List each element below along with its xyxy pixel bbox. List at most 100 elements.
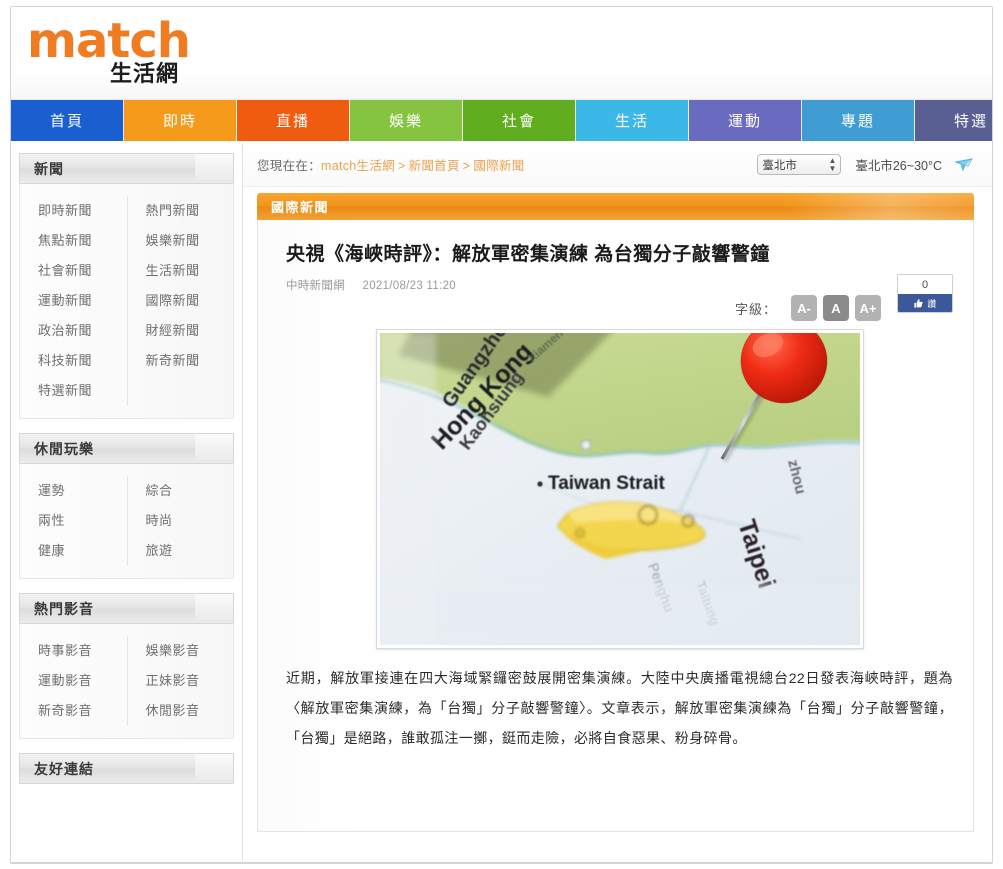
sidebar-panel-0: 新聞 即時新聞 焦點新聞 社會新聞 運動新聞 政治新聞 科技新聞 特選新聞 熱門新聞 娛樂新聞 生活… [19,153,234,419]
sidebar-link[interactable]: 綜合 [146,476,234,506]
nav-item-7[interactable]: 專題 [802,100,915,141]
sidebar-link[interactable]: 國際新聞 [146,286,234,316]
browser-content-frame: match 生活網 首頁 即時 直播 娛樂 社會 生活 運動 專題 特選 新聞 即時新聞 焦點新聞社… [10,6,993,864]
sidebar-column-0: 時事影音 運動影音 新奇影音 [20,636,127,726]
city-select[interactable]: 臺北市 ▲ ▼ [757,154,842,175]
page-body: 新聞 即時新聞 焦點新聞 社會新聞 運動新聞 政治新聞 科技新聞 特選新聞 熱門新聞 娛樂新聞 生活… [11,143,992,861]
article-datetime: 2021/08/23 11:20 [362,280,456,292]
sidebar-panel-body: 運勢 兩性 健康 綜合 時尚 旅遊 [19,464,234,579]
sidebar-link[interactable]: 運動新聞 [38,286,127,316]
sidebar-link[interactable]: 娛樂影音 [146,636,234,666]
nav-item-label: 運動 [727,113,762,130]
sidebar-link[interactable]: 新奇新聞 [146,346,234,376]
article-title: 央視《海峽時評》：解放軍密集演練 為台獨分子敲響警鐘 [286,244,770,265]
article-photo: Hong Kong Kaohsiung Guangzhou Xiamen Tai… [375,329,864,649]
sidebar-link[interactable]: 社會新聞 [38,256,127,286]
sidebar-link[interactable]: 正妹影音 [146,666,234,696]
main-content: 您現在在：match生活網 > 新聞首頁 > 國際新聞 臺北市 ▲ ▼ 臺北市26~30°… [243,143,992,861]
article-meta: 中時新聞網 2021/08/23 11:20 [286,277,953,293]
sidebar-link[interactable]: 熱門新聞 [146,196,234,226]
site-header: match 生活網 [11,7,992,100]
sidebar-link[interactable]: 兩性 [38,506,127,536]
weather-summary: 臺北市26~30°C [855,159,942,173]
nav-item-3[interactable]: 娛樂 [350,100,463,141]
map-photo-canvas: Hong Kong Kaohsiung Guangzhou Xiamen Tai… [379,333,860,645]
sidebar-link[interactable]: 科技新聞 [38,346,127,376]
breadcrumb-item-0[interactable]: match生活網 [321,159,395,173]
nav-item-6[interactable]: 運動 [689,100,802,141]
nav-item-label: 特選 [953,113,988,130]
font-normal-button[interactable]: A [823,295,849,321]
sidebar-link[interactable]: 焦點新聞 [38,226,127,256]
nav-item-8[interactable]: 特選 [915,100,992,141]
sidebar-column-0: 即時新聞 焦點新聞 社會新聞 運動新聞 政治新聞 科技新聞 特選新聞 [20,196,127,406]
frame-bottom-edge [11,862,992,863]
sidebar-link[interactable]: 運勢 [38,476,127,506]
sidebar-link[interactable]: 生活新聞 [146,256,234,286]
sidebar-link[interactable]: 特選新聞 [38,376,127,406]
sidebar-panel-2: 熱門影音 時事影音 運動影音 新奇影音 娛樂影音 正妹影音 休閒影音 [19,593,234,739]
weather-cloud-icon [952,153,976,177]
sidebar-panel-header[interactable]: 休閒玩樂 [19,433,234,464]
sidebar-panel-header[interactable]: 友好連結 [19,753,234,784]
sidebar-link[interactable]: 健康 [38,536,127,566]
chevron-updown-icon: ▲ ▼ [828,155,837,173]
sidebar-link[interactable]: 娛樂新聞 [146,226,234,256]
nav-item-5[interactable]: 生活 [576,100,689,141]
font-increase-button[interactable]: A+ [855,295,881,321]
section-tab[interactable]: 國際新聞 [257,193,974,220]
breadcrumb-sep-1: > [462,159,471,173]
map-illustration: Hong Kong Kaohsiung Guangzhou Xiamen Tai… [379,333,860,645]
sidebar-link[interactable]: 旅遊 [146,536,234,566]
nav-item-label: 生活 [614,113,649,130]
sidebar-link[interactable]: 時尚 [146,506,234,536]
font-size-controls: 字級： A- A A+ [735,295,881,321]
sidebar-panel-body: 時事影音 運動影音 新奇影音 娛樂影音 正妹影音 休閒影音 [19,624,234,739]
sidebar-panel-friendly-links: 友好連結 [19,753,234,784]
section-tab-label: 國際新聞 [271,200,330,215]
breadcrumb-item-1[interactable]: 新聞首頁 [409,159,460,173]
sidebar-link[interactable]: 新奇影音 [38,696,127,726]
article-source: 中時新聞網 [286,280,345,292]
sidebar-link[interactable]: 財經新聞 [146,316,234,346]
city-select-value: 臺北市 [762,159,797,172]
sidebar-column-1: 娛樂影音 正妹影音 休閒影音 [126,636,234,726]
nav-item-label: 直播 [275,113,310,130]
article-body: 近期，解放軍接連在四大海域緊鑼密鼓展開密集演練。大陸中央廣播電視總台22日發表海… [286,670,953,746]
sidebar-panel-header[interactable]: 新聞 [19,153,234,184]
nav-item-2[interactable]: 直播 [237,100,350,141]
sidebar-panel-title: 友好連結 [34,760,94,777]
nav-item-0[interactable]: 首頁 [11,100,124,141]
like-button[interactable]: 讚 [898,294,952,312]
site-logo[interactable]: match 生活網 [27,15,191,86]
font-decrease-button[interactable]: A- [791,295,817,321]
thumbs-up-icon [914,298,923,308]
sidebar-link[interactable]: 休閒影音 [146,696,234,726]
font-size-label: 字級： [734,301,777,317]
nav-item-label: 專題 [840,113,875,130]
sidebar: 新聞 即時新聞 焦點新聞 社會新聞 運動新聞 政治新聞 科技新聞 特選新聞 熱門新聞 娛樂新聞 生活… [11,143,243,861]
section-tab-wrap: 國際新聞 [243,187,992,220]
nav-item-label: 首頁 [49,113,84,130]
sidebar-link[interactable]: 運動影音 [38,666,127,696]
sidebar-column-0: 運勢 兩性 健康 [20,476,127,566]
sidebar-link[interactable]: 即時新聞 [38,196,127,226]
sidebar-panel-header[interactable]: 熱門影音 [19,593,234,624]
breadcrumb-prefix: 您現在在： [257,159,322,173]
like-count: 0 [898,275,952,294]
nav-item-label: 社會 [501,113,536,130]
article-container: 央視《海峽時評》：解放軍密集演練 為台獨分子敲響警鐘 中時新聞網 2021/08… [257,220,974,832]
sidebar-panel-title: 休閒玩樂 [34,440,94,457]
nav-item-label: 即時 [162,113,197,130]
facebook-like-widget: 0 讚 [897,274,953,313]
sidebar-link[interactable]: 政治新聞 [38,316,127,346]
sidebar-panel-title: 新聞 [34,160,64,177]
breadcrumb: 您現在在：match生活網 > 新聞首頁 > 國際新聞 [257,155,525,174]
sidebar-link[interactable]: 時事影音 [38,636,127,666]
breadcrumb-bar: 您現在在：match生活網 > 新聞首頁 > 國際新聞 臺北市 ▲ ▼ 臺北市26~30°… [243,143,992,187]
sidebar-panel-body: 即時新聞 焦點新聞 社會新聞 運動新聞 政治新聞 科技新聞 特選新聞 熱門新聞 娛樂新聞 生活新聞… [19,184,234,419]
nav-item-1[interactable]: 即時 [124,100,237,141]
primary-navigation: 首頁 即時 直播 娛樂 社會 生活 運動 專題 特選 [11,100,992,143]
breadcrumb-item-2[interactable]: 國際新聞 [473,159,524,173]
nav-item-4[interactable]: 社會 [463,100,576,141]
